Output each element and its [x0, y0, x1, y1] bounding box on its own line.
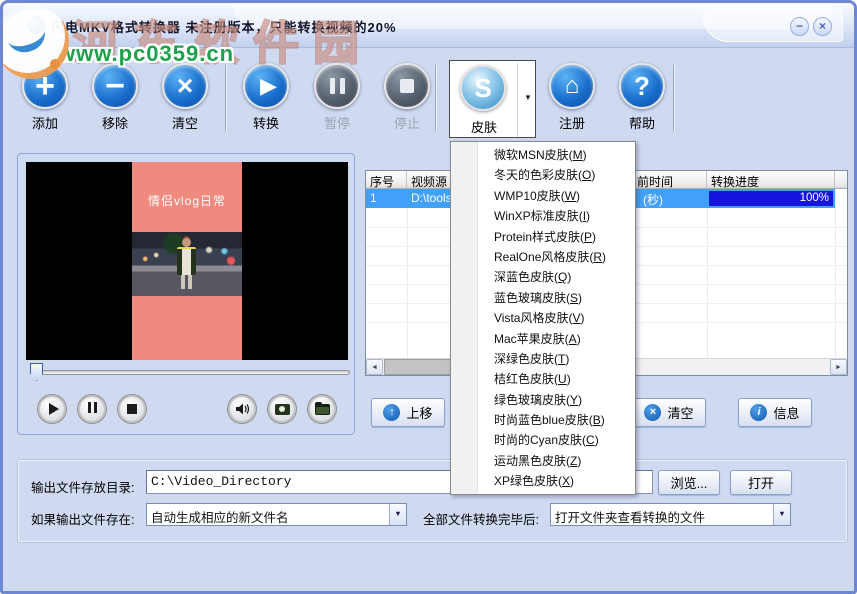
folder-icon — [315, 404, 330, 415]
menu-item-greenglass-skin[interactable]: 绿色玻璃皮肤(Y) — [451, 390, 635, 410]
grid-line — [835, 189, 836, 359]
stop-icon — [127, 404, 137, 414]
up-arrow-icon: ↑ — [383, 404, 400, 421]
menu-item-protein-skin[interactable]: Protein样式皮肤(P) — [451, 227, 635, 247]
camera-icon — [275, 404, 290, 415]
column-header-filler — [835, 171, 847, 189]
person-figure — [182, 238, 191, 247]
menu-item-xpgreen-skin[interactable]: XP绿色皮肤(X) — [451, 471, 635, 491]
grid-line — [707, 189, 708, 359]
video-preview-panel: 情侣vlog日常 — [17, 153, 355, 435]
after-convert-combobox[interactable]: 打开文件夹查看转换的文件 ▼ — [550, 503, 791, 526]
menu-item-vista-skin[interactable]: Vista风格皮肤(V) — [451, 308, 635, 328]
close-button[interactable]: × — [813, 17, 832, 36]
person-figure — [181, 275, 192, 289]
grid-line — [407, 189, 408, 359]
menu-item-winxp-skin[interactable]: WinXP标准皮肤(I) — [451, 206, 635, 226]
cell-index: 1 — [366, 189, 407, 208]
output-dir-label: 输出文件存放目录: — [31, 477, 134, 496]
toolbar-separator — [225, 65, 227, 131]
column-header-index[interactable]: 序号 — [366, 171, 407, 189]
video-frame: 情侣vlog日常 — [132, 162, 242, 360]
pause-icon — [86, 402, 98, 416]
skin-dropdown-menu: 微软MSN皮肤(M) 冬天的色彩皮肤(O) WMP10皮肤(W) WinXP标准… — [450, 141, 636, 495]
person-figure — [177, 247, 196, 275]
toolbar-separator — [673, 65, 675, 131]
info-button[interactable]: i 信息 — [738, 398, 812, 427]
toolbar-register-button[interactable]: ⌂ 注册 — [544, 63, 600, 137]
speaker-icon — [235, 402, 250, 416]
player-open-folder-button[interactable] — [308, 395, 336, 423]
minimize-button[interactable]: − — [790, 17, 809, 36]
progress-value: 100% — [800, 192, 829, 204]
open-button[interactable]: 打开 — [730, 470, 792, 495]
player-play-button[interactable] — [38, 395, 66, 423]
if-exists-combobox[interactable]: 自动生成相应的新文件名 ▼ — [146, 503, 407, 526]
browse-button[interactable]: 浏览... — [658, 470, 720, 495]
menu-item-mac-skin[interactable]: Mac苹果皮肤(A) — [451, 329, 635, 349]
toolbar-remove-button[interactable]: − 移除 — [87, 63, 143, 137]
progress-bar: 100% — [709, 191, 833, 206]
clear-list-button[interactable]: × 清空 — [632, 398, 706, 427]
if-exists-label: 如果输出文件存在: — [31, 509, 134, 528]
info-icon: i — [750, 404, 767, 421]
menu-item-wmp10-skin[interactable]: WMP10皮肤(W) — [451, 186, 635, 206]
seek-slider-thumb[interactable] — [30, 363, 43, 381]
player-snapshot-button[interactable] — [268, 395, 296, 423]
play-icon — [49, 403, 59, 415]
player-volume-button[interactable] — [228, 395, 256, 423]
chevron-down-icon[interactable]: ▼ — [773, 504, 790, 525]
video-screen: 情侣vlog日常 — [26, 162, 348, 360]
toolbar-help-button[interactable]: ? 帮助 — [614, 63, 670, 137]
video-caption: 情侣vlog日常 — [132, 192, 242, 209]
toolbar-clear-button[interactable]: × 清空 — [157, 63, 213, 137]
question-icon: ? — [619, 63, 665, 109]
after-convert-label: 全部文件转换完毕后: — [423, 509, 539, 528]
app-window: 闪电MKV格式转换器 未注册版本，只能转换视频的20% − × + 添加 − 移… — [0, 0, 857, 594]
menu-item-winter-skin[interactable]: 冬天的色彩皮肤(O) — [451, 165, 635, 185]
player-stop-button[interactable] — [118, 395, 146, 423]
toolbar-separator — [435, 65, 437, 131]
menu-item-cyan-skin[interactable]: 时尚的Cyan皮肤(C) — [451, 430, 635, 450]
menu-item-fashionblue-skin[interactable]: 时尚蓝色blue皮肤(B) — [451, 410, 635, 430]
toolbar-pause-button: 暂停 — [309, 63, 365, 137]
chevron-down-icon[interactable]: ▼ — [389, 504, 406, 525]
column-header-progress[interactable]: 转换进度 — [707, 171, 835, 189]
menu-item-darkgreen-skin[interactable]: 深绿色皮肤(T) — [451, 349, 635, 369]
video-still-image — [132, 232, 242, 296]
player-pause-button[interactable] — [78, 395, 106, 423]
move-up-button[interactable]: ↑ 上移 — [371, 398, 445, 427]
cross-icon: × — [644, 404, 661, 421]
scroll-right-arrow[interactable]: ► — [830, 359, 847, 375]
menu-item-blueglass-skin[interactable]: 蓝色玻璃皮肤(S) — [451, 288, 635, 308]
toolbar-convert-button[interactable]: ▶ 转换 — [238, 63, 294, 137]
chevron-down-icon[interactable]: ▼ — [520, 93, 536, 102]
seek-slider-track[interactable] — [34, 370, 350, 375]
toolbar-stop-button: 停止 — [379, 63, 435, 137]
menu-item-msn-skin[interactable]: 微软MSN皮肤(M) — [451, 145, 635, 165]
menu-item-sportblack-skin[interactable]: 运动黑色皮肤(Z) — [451, 451, 635, 471]
menu-item-orange-skin[interactable]: 桔红色皮肤(U) — [451, 369, 635, 389]
scroll-left-arrow[interactable]: ◄ — [366, 359, 383, 375]
watermark-site-url: www.pc0359.cn — [58, 41, 234, 67]
menu-item-darkblue-skin[interactable]: 深蓝色皮肤(Q) — [451, 267, 635, 287]
menu-item-realone-skin[interactable]: RealOne风格皮肤(R) — [451, 247, 635, 267]
